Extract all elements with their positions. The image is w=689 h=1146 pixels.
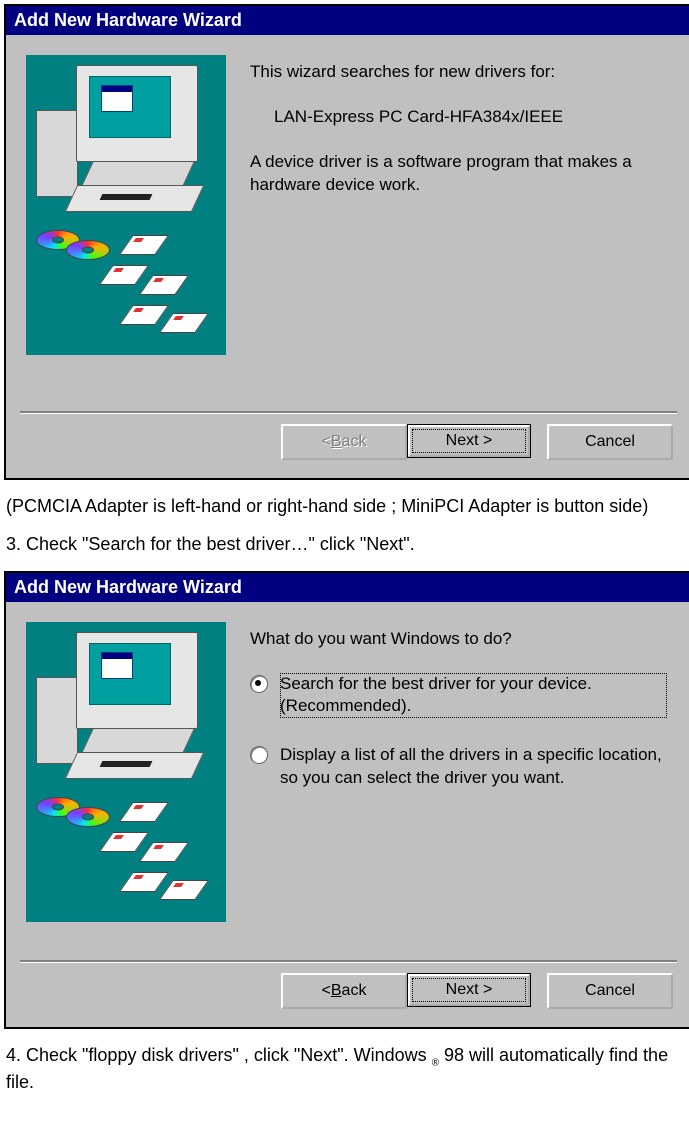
hardware-wizard-dialog-2: Add New Hardware Wizard What do you want… (4, 571, 689, 1029)
device-name: LAN-Express PC Card-HFA384x/IEEE (250, 106, 667, 129)
radio-icon (250, 746, 268, 764)
wizard-description: A device driver is a software program th… (250, 151, 667, 197)
step-4-instruction: 4. Check "floppy disk drivers" , click "… (6, 1043, 689, 1094)
cancel-button[interactable]: Cancel (547, 973, 673, 1009)
adapter-note: (PCMCIA Adapter is left-hand or right-ha… (6, 494, 689, 518)
wizard-illustration (26, 55, 226, 355)
titlebar: Add New Hardware Wizard (6, 6, 689, 35)
radio-option-search[interactable]: Search for the best driver for your devi… (250, 673, 667, 719)
back-button: < Back (281, 424, 407, 460)
cancel-button[interactable]: Cancel (547, 424, 673, 460)
hardware-wizard-dialog-1: Add New Hardware Wizard This wizard sear… (4, 4, 689, 480)
step-3-instruction: 3. Check "Search for the best driver…" c… (6, 532, 689, 556)
wizard-illustration (26, 622, 226, 922)
radio-label: Display a list of all the drivers in a s… (280, 744, 667, 790)
back-button[interactable]: < Back (281, 973, 407, 1009)
radio-icon (250, 675, 268, 693)
radio-option-list[interactable]: Display a list of all the drivers in a s… (250, 744, 667, 790)
wizard-question: What do you want Windows to do? (250, 628, 667, 651)
titlebar: Add New Hardware Wizard (6, 573, 689, 602)
next-button[interactable]: Next > (407, 973, 531, 1007)
separator (20, 411, 677, 414)
separator (20, 960, 677, 963)
radio-label: Search for the best driver for your devi… (280, 673, 667, 719)
next-button[interactable]: Next > (407, 424, 531, 458)
wizard-intro-text: This wizard searches for new drivers for… (250, 61, 667, 84)
